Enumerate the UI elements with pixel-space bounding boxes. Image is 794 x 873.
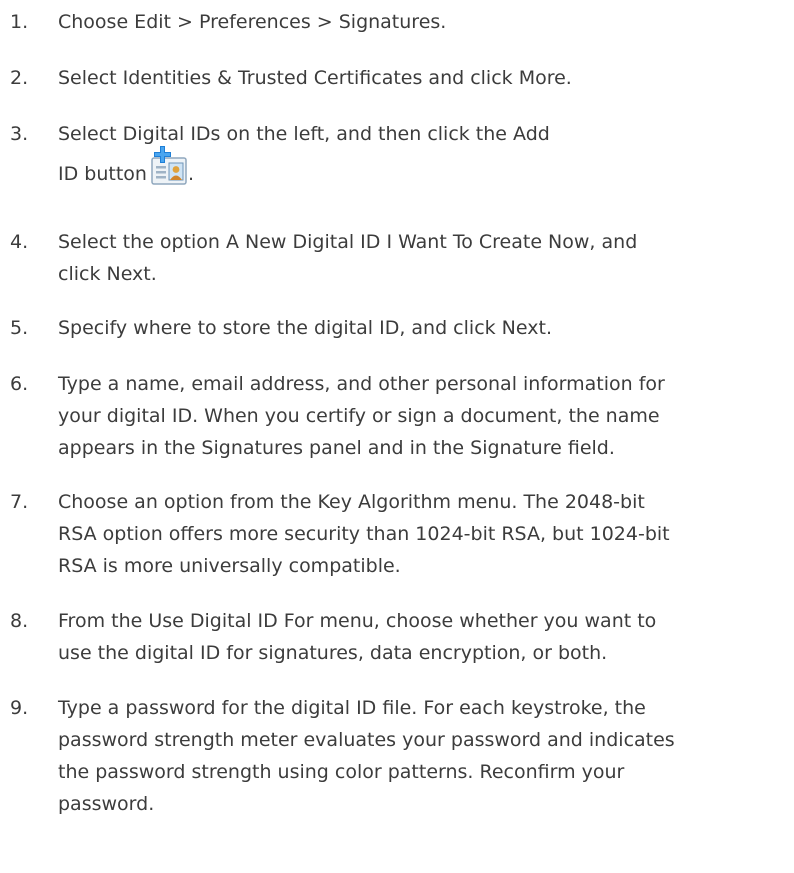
step-number: 8. xyxy=(10,610,29,632)
step-line: appears in the Signatures panel and in t… xyxy=(58,437,615,459)
step-number: 5. xyxy=(10,317,29,339)
step-line: Select Identities & Trusted Certificates… xyxy=(58,67,572,89)
step-line: RSA option offers more security than 102… xyxy=(58,523,670,545)
step-text: Select the option A New Digital ID I Wan… xyxy=(58,226,783,290)
step-line: RSA is more universally compatible. xyxy=(58,555,401,577)
step-number: 4. xyxy=(10,231,29,253)
step-line: Choose Edit > Preferences > Signatures. xyxy=(58,11,447,33)
add-id-icon xyxy=(150,146,188,186)
step-text: Select Identities & Trusted Certificates… xyxy=(58,62,783,94)
step-line: ID button xyxy=(58,163,147,185)
step-number: 2. xyxy=(10,67,29,89)
step-line: the password strength using color patter… xyxy=(58,761,625,783)
step-number: 9. xyxy=(10,697,29,719)
step-line: Select the option A New Digital ID I Wan… xyxy=(58,231,638,253)
step-number: 1. xyxy=(10,11,29,33)
step-text: Specify where to store the digital ID, a… xyxy=(58,312,783,344)
step-line: From the Use Digital ID For menu, choose… xyxy=(58,610,657,632)
step-number: 3. xyxy=(10,123,29,145)
step-text: Choose an option from the Key Algorithm … xyxy=(58,486,783,582)
step-line: use the digital ID for signatures, data … xyxy=(58,642,608,664)
step-number: 6. xyxy=(10,373,29,395)
step-text: Choose Edit > Preferences > Signatures. xyxy=(58,6,783,38)
step-line: Specify where to store the digital ID, a… xyxy=(58,317,552,339)
step-line: Choose an option from the Key Algorithm … xyxy=(58,491,645,513)
step-line: password. xyxy=(58,793,155,815)
step-text: Select Digital IDs on the left, and then… xyxy=(58,118,783,190)
step-trailing: . xyxy=(187,163,194,185)
step-line: Type a name, email address, and other pe… xyxy=(58,373,665,395)
step-text: From the Use Digital ID For menu, choose… xyxy=(58,605,783,669)
step-line-with-icon: ID button . xyxy=(58,146,783,190)
step-line: password strength meter evaluates your p… xyxy=(58,729,675,751)
step-line: your digital ID. When you certify or sig… xyxy=(58,405,660,427)
step-line: click Next. xyxy=(58,263,157,285)
step-text: Type a password for the digital ID file.… xyxy=(58,692,783,820)
step-number: 7. xyxy=(10,491,29,513)
step-text: Type a name, email address, and other pe… xyxy=(58,368,783,464)
step-line: Type a password for the digital ID file.… xyxy=(58,697,646,719)
